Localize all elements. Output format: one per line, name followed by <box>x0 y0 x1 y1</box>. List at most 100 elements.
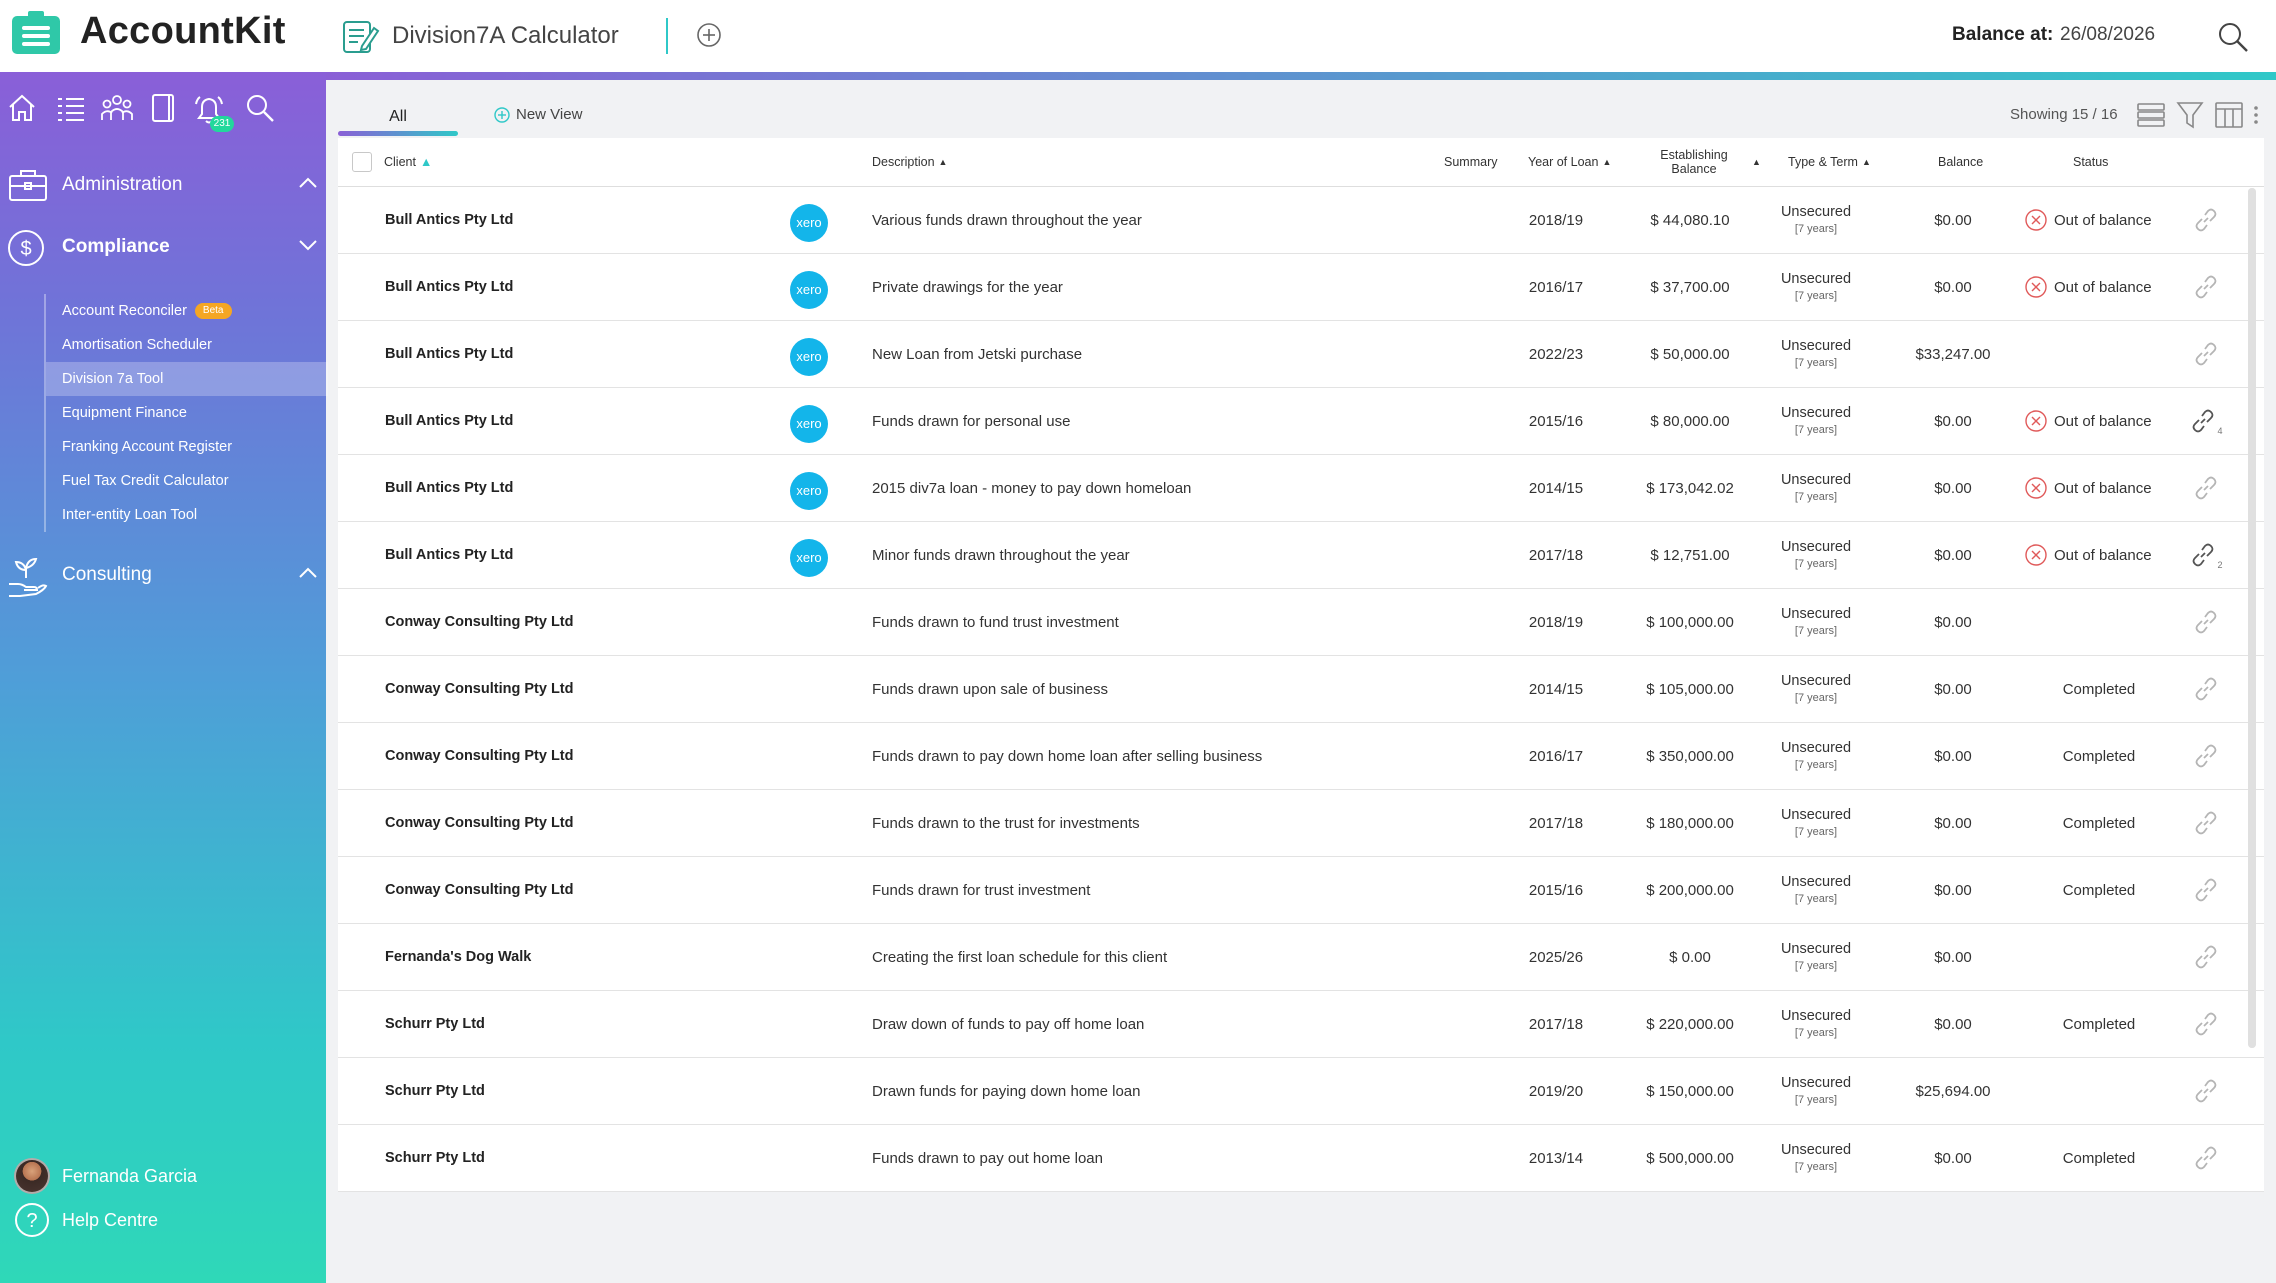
table-row[interactable]: Fernanda's Dog Walk Creating the first lo… <box>338 924 2264 991</box>
column-header-description[interactable]: Description ▲ <box>872 138 947 186</box>
sidebar-item-inter-entity-loan-tool[interactable]: Inter-entity Loan Tool <box>46 498 328 532</box>
column-header-type-term[interactable]: Type & Term ▲ <box>1788 138 1871 186</box>
link-icon[interactable] <box>2186 991 2226 1057</box>
table-row[interactable]: Bull Antics Pty Ltd xero 2015 div7a loan -… <box>338 455 2264 522</box>
link-icon[interactable] <box>2186 589 2226 655</box>
sidebar-item-amortisation-scheduler[interactable]: Amortisation Scheduler <box>46 328 328 362</box>
clients-icon[interactable] <box>100 92 134 124</box>
client-name[interactable]: Conway Consulting Pty Ltd <box>385 656 574 722</box>
home-icon[interactable] <box>6 92 38 124</box>
column-label: Status <box>2073 155 2109 169</box>
select-all-checkbox[interactable] <box>352 152 372 172</box>
client-name[interactable]: Bull Antics Pty Ltd <box>385 522 513 588</box>
sidebar-section-consulting[interactable]: Consulting <box>0 552 326 600</box>
column-header-client[interactable]: Client ▲ <box>384 138 432 186</box>
client-name[interactable]: Bull Antics Pty Ltd <box>385 187 513 253</box>
type-term: Unsecured [7 years] <box>1756 857 1876 923</box>
column-header-year[interactable]: Year of Loan ▲ <box>1528 138 1611 186</box>
column-header-summary[interactable]: Summary <box>1444 138 1497 186</box>
link-icon[interactable] <box>2186 455 2226 521</box>
client-name[interactable]: Conway Consulting Pty Ltd <box>385 790 574 856</box>
loan-description: Funds drawn for trust investment <box>872 881 1091 899</box>
error-circle-x-icon <box>2024 543 2048 567</box>
table-row[interactable]: Bull Antics Pty Ltd xero Various funds dra… <box>338 187 2264 254</box>
sidebar-item-fuel-tax-credit-calculator[interactable]: Fuel Tax Credit Calculator <box>46 464 328 498</box>
notebook-icon[interactable] <box>148 92 178 124</box>
link-icon[interactable] <box>2186 1058 2226 1124</box>
link-icon[interactable] <box>2186 254 2226 320</box>
client-name[interactable]: Conway Consulting Pty Ltd <box>385 857 574 923</box>
chevron-up-icon[interactable] <box>298 566 318 580</box>
table-row[interactable]: Schurr Pty Ltd Funds drawn to pay out hom… <box>338 1125 2264 1192</box>
scrollbar-thumb[interactable] <box>2248 188 2256 1048</box>
avatar[interactable] <box>14 1158 50 1194</box>
client-name[interactable]: Bull Antics Pty Ltd <box>385 321 513 387</box>
client-name[interactable]: Schurr Pty Ltd <box>385 1058 485 1124</box>
link-icon[interactable]: 4 <box>2186 388 2226 454</box>
link-icon[interactable]: 2 <box>2186 522 2226 588</box>
table-row[interactable]: Conway Consulting Pty Ltd Funds drawn to … <box>338 723 2264 790</box>
link-icon[interactable] <box>2186 321 2226 387</box>
more-options-icon[interactable] <box>2252 100 2260 130</box>
filter-icon[interactable] <box>2176 100 2204 130</box>
column-header-establishing-balance[interactable]: Establishing Balance <box>1654 138 1734 186</box>
sidebar-section-compliance[interactable]: $ Compliance <box>0 224 326 272</box>
sort-up-icon[interactable]: ▲ <box>1752 138 1761 186</box>
sidebar-item-franking-account-register[interactable]: Franking Account Register <box>46 430 328 464</box>
client-name[interactable]: Bull Antics Pty Ltd <box>385 254 513 320</box>
client-name[interactable]: Conway Consulting Pty Ltd <box>385 589 574 655</box>
search-icon[interactable] <box>2216 20 2250 54</box>
loan-description: Funds drawn to fund trust investment <box>872 613 1119 631</box>
table-row[interactable]: Conway Consulting Pty Ltd Funds drawn to … <box>338 790 2264 857</box>
loan-type: Unsecured <box>1780 472 1852 488</box>
table-row[interactable]: Bull Antics Pty Ltd xero Minor funds drawn… <box>338 522 2264 589</box>
table-row[interactable]: Conway Consulting Pty Ltd Funds drawn to … <box>338 589 2264 656</box>
help-centre-link[interactable]: ? Help Centre <box>14 1202 314 1238</box>
column-header-balance[interactable]: Balance <box>1938 138 1983 186</box>
table-scrollbar[interactable] <box>2248 188 2256 1048</box>
chevron-down-icon[interactable] <box>298 238 318 252</box>
table-row[interactable]: Bull Antics Pty Ltd xero Private drawings … <box>338 254 2264 321</box>
link-icon[interactable] <box>2186 924 2226 990</box>
list-icon[interactable] <box>54 92 86 124</box>
table-row[interactable]: Bull Antics Pty Ltd xero New Loan from Jet… <box>338 321 2264 388</box>
client-name[interactable]: Schurr Pty Ltd <box>385 1125 485 1191</box>
brand-name[interactable]: AccountKit <box>80 10 286 53</box>
sidebar-item-division-7a-tool[interactable]: Division 7a Tool <box>46 362 328 396</box>
tab-all[interactable]: All <box>338 80 458 138</box>
sidebar-item-equipment-finance[interactable]: Equipment Finance <box>46 396 328 430</box>
loan-term: [7 years] <box>1794 759 1838 771</box>
rows-density-icon[interactable] <box>2136 100 2166 130</box>
column-header-status[interactable]: Status <box>2073 138 2108 186</box>
link-icon[interactable] <box>2186 790 2226 856</box>
new-view-button[interactable]: New View <box>494 106 582 123</box>
error-circle-x-icon <box>2024 208 2048 232</box>
link-icon[interactable] <box>2186 187 2226 253</box>
table-row[interactable]: Bull Antics Pty Ltd xero Funds drawn for p… <box>338 388 2264 455</box>
user-name[interactable]: Fernanda Garcia <box>62 1166 197 1187</box>
link-icon[interactable] <box>2186 1125 2226 1191</box>
sidebar-item-account-reconciler[interactable]: Account Reconciler Beta <box>46 294 328 328</box>
table-row[interactable]: Conway Consulting Pty Ltd Funds drawn upo… <box>338 656 2264 723</box>
sidebar-search-icon[interactable] <box>244 92 276 124</box>
columns-icon[interactable] <box>2214 100 2244 130</box>
type-term: Unsecured [7 years] <box>1756 723 1876 789</box>
sidebar-section-administration[interactable]: Administration <box>0 162 326 210</box>
client-name[interactable]: Conway Consulting Pty Ltd <box>385 723 574 789</box>
user-profile[interactable]: Fernanda Garcia <box>14 1158 314 1194</box>
link-icon[interactable] <box>2186 857 2226 923</box>
balance-date[interactable]: 26/08/2026 <box>2060 24 2155 46</box>
chevron-up-icon[interactable] <box>298 176 318 190</box>
table-row[interactable]: Conway Consulting Pty Ltd Funds drawn for… <box>338 857 2264 924</box>
link-icon[interactable] <box>2186 656 2226 722</box>
accountkit-logo-icon[interactable] <box>8 10 64 58</box>
add-app-icon[interactable] <box>696 22 722 48</box>
client-name[interactable]: Bull Antics Pty Ltd <box>385 455 513 521</box>
client-name[interactable]: Fernanda's Dog Walk <box>385 924 531 990</box>
link-icon[interactable] <box>2186 723 2226 789</box>
client-name[interactable]: Bull Antics Pty Ltd <box>385 388 513 454</box>
loan-term: [7 years] <box>1794 893 1838 905</box>
table-row[interactable]: Schurr Pty Ltd Draw down of funds to pay … <box>338 991 2264 1058</box>
client-name[interactable]: Schurr Pty Ltd <box>385 991 485 1057</box>
table-row[interactable]: Schurr Pty Ltd Drawn funds for paying dow… <box>338 1058 2264 1125</box>
